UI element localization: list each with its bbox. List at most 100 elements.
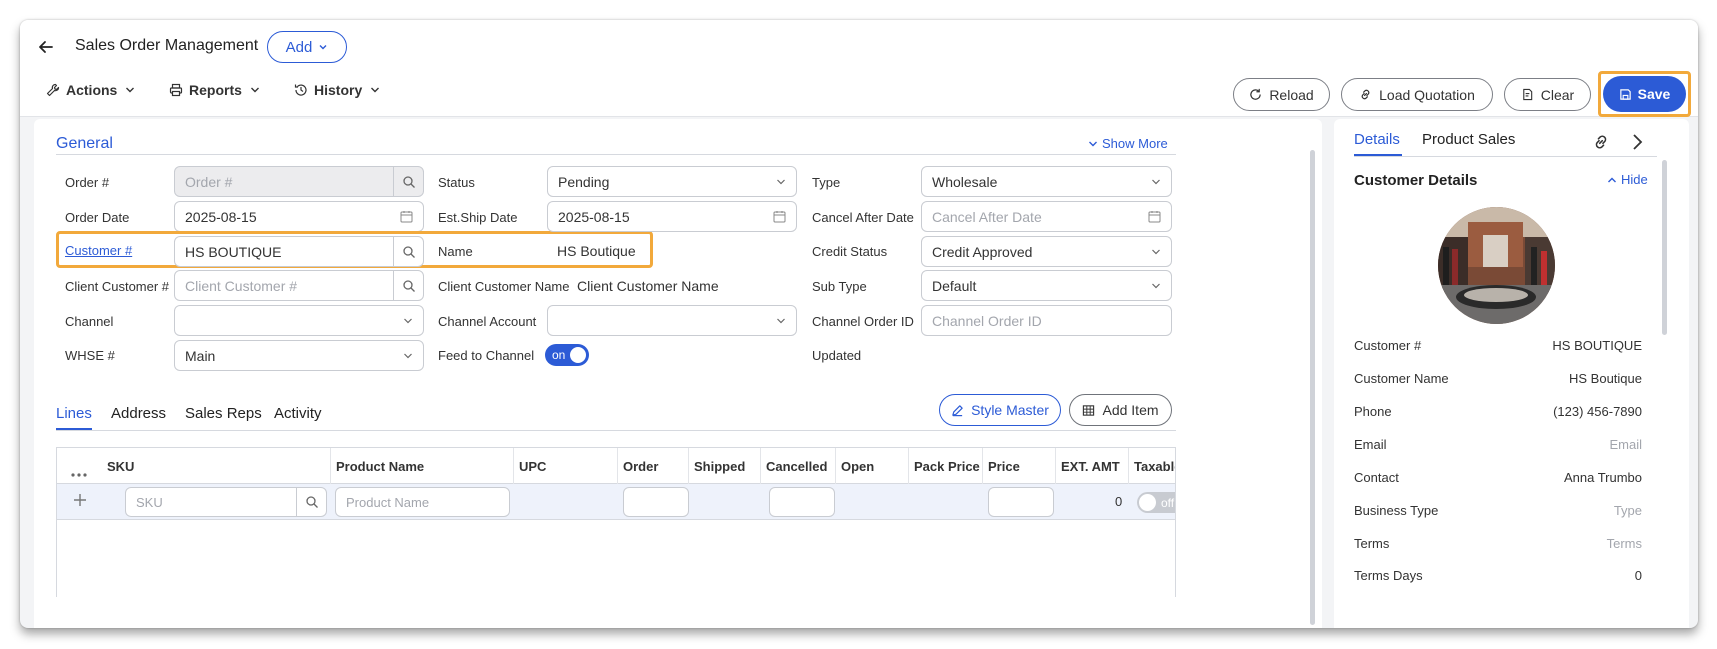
order-number-field[interactable]: Order #: [174, 166, 424, 197]
taxable-toggle[interactable]: off: [1137, 492, 1175, 513]
sku-input[interactable]: SKU: [125, 487, 327, 517]
history-menu[interactable]: History: [294, 82, 382, 98]
style-master-button[interactable]: Style Master: [939, 394, 1061, 426]
tab-lines[interactable]: Lines: [56, 405, 92, 422]
order-search-button[interactable]: [393, 167, 423, 196]
credit-status-value: Credit Approved: [932, 243, 1033, 260]
whse-select[interactable]: Main: [174, 340, 424, 371]
detail-business-type-label: Business Type: [1354, 503, 1439, 518]
detail-phone-label: Phone: [1354, 404, 1392, 419]
actions-menu[interactable]: Actions: [46, 82, 137, 98]
load-quotation-button[interactable]: Load Quotation: [1341, 78, 1493, 111]
chevron-down-icon: [1152, 179, 1160, 185]
add-button[interactable]: Add: [267, 31, 347, 63]
show-more-label: Show More: [1102, 136, 1168, 151]
credit-status-select[interactable]: Credit Approved: [921, 236, 1172, 267]
channel-order-id-placeholder: Channel Order ID: [932, 312, 1042, 329]
more-options-icon[interactable]: [71, 464, 89, 482]
sku-search-button[interactable]: [296, 488, 326, 516]
lines-grid: SKU Product Name UPC Order Shipped Cance…: [56, 447, 1176, 597]
column-header-shipped[interactable]: Shipped: [688, 448, 758, 484]
column-header-open[interactable]: Open: [835, 448, 907, 484]
channel-account-label: Channel Account: [438, 314, 537, 329]
main-scrollbar[interactable]: [1310, 150, 1315, 625]
order-date-value: 2025-08-15: [185, 208, 257, 225]
whse-value: Main: [185, 347, 216, 364]
link-icon[interactable]: [1592, 133, 1610, 156]
customer-number-link[interactable]: Customer #: [65, 243, 132, 258]
type-select[interactable]: Wholesale: [921, 166, 1172, 197]
est-ship-date-value: 2025-08-15: [558, 208, 630, 225]
customer-number-field[interactable]: HS BOUTIQUE: [174, 236, 424, 267]
tab-activity[interactable]: Activity: [274, 405, 322, 422]
feed-to-channel-toggle[interactable]: on: [545, 344, 589, 366]
reload-label: Reload: [1269, 86, 1314, 103]
column-header-sku[interactable]: SKU: [102, 448, 328, 484]
column-header-order[interactable]: Order: [617, 448, 688, 484]
sub-type-select[interactable]: Default: [921, 270, 1172, 301]
column-header-ext-amt[interactable]: EXT. AMT: [1055, 448, 1128, 484]
tab-sales-reps[interactable]: Sales Reps: [185, 405, 262, 422]
client-customer-name-placeholder[interactable]: Client Customer Name: [577, 278, 719, 294]
status-label: Status: [438, 175, 475, 190]
order-date-field[interactable]: 2025-08-15: [174, 201, 424, 232]
hide-link[interactable]: Hide: [1607, 172, 1648, 187]
show-more-link[interactable]: Show More: [1088, 136, 1168, 151]
column-header-product-name[interactable]: Product Name: [330, 448, 510, 484]
status-select[interactable]: Pending: [547, 166, 797, 197]
reload-button[interactable]: Reload: [1233, 78, 1330, 111]
price-input[interactable]: [988, 487, 1054, 517]
page-title: Sales Order Management: [75, 37, 259, 54]
est-ship-date-field[interactable]: 2025-08-15: [547, 201, 797, 232]
cancelled-qty-input[interactable]: [769, 487, 835, 517]
tab-product-sales[interactable]: Product Sales: [1422, 131, 1515, 148]
cancel-after-date-field[interactable]: Cancel After Date: [921, 201, 1172, 232]
detail-terms-days-value: 0: [1634, 568, 1642, 583]
calendar-icon[interactable]: [1148, 210, 1161, 223]
save-disk-icon: [1619, 88, 1631, 100]
client-customer-search-button[interactable]: [393, 271, 423, 300]
est-ship-date-label: Est.Ship Date: [438, 210, 518, 225]
add-label: Add: [285, 38, 313, 56]
history-icon: [294, 84, 307, 96]
side-scrollbar[interactable]: [1662, 160, 1667, 335]
customer-search-button[interactable]: [393, 237, 423, 266]
detail-terms-label: Terms: [1354, 536, 1390, 551]
chevron-down-icon: [1089, 141, 1097, 146]
tab-details[interactable]: Details: [1354, 131, 1400, 148]
clear-button[interactable]: Clear: [1504, 78, 1591, 111]
status-value: Pending: [558, 173, 610, 190]
column-header-cancelled[interactable]: Cancelled: [760, 448, 836, 484]
calendar-icon[interactable]: [773, 210, 786, 223]
column-header-taxable[interactable]: Taxable: [1128, 448, 1175, 484]
column-header-pack-price[interactable]: Pack Price: [908, 448, 982, 484]
product-name-input[interactable]: Product Name: [335, 487, 510, 517]
channel-order-id-field[interactable]: Channel Order ID: [921, 305, 1172, 336]
back-arrow-icon[interactable]: [36, 37, 56, 57]
general-section-title: General: [56, 135, 113, 152]
order-number-placeholder: Order #: [185, 173, 233, 190]
tab-address[interactable]: Address: [111, 405, 166, 422]
load-quotation-label: Load Quotation: [1379, 86, 1475, 103]
side-tabs-divider: [1354, 156, 1657, 157]
reports-menu[interactable]: Reports: [169, 82, 262, 98]
save-button[interactable]: Save: [1603, 76, 1686, 112]
detail-phone-value: (123) 456-7890: [1553, 404, 1642, 419]
client-customer-field[interactable]: Client Customer #: [174, 270, 424, 301]
add-row-plus-icon[interactable]: [72, 492, 88, 513]
refresh-icon: [1250, 88, 1262, 100]
chevron-right-icon[interactable]: [1630, 133, 1644, 156]
add-item-button[interactable]: Add Item: [1069, 394, 1172, 426]
clear-doc-icon: [1522, 88, 1533, 101]
tabs-divider: [56, 430, 1176, 431]
calendar-icon[interactable]: [400, 210, 413, 223]
chevron-down-icon: [1152, 283, 1160, 289]
channel-account-select[interactable]: [547, 305, 797, 336]
column-header-price[interactable]: Price: [982, 448, 1054, 484]
app-window: Sales Order Management Add Actions Repor…: [20, 20, 1698, 628]
channel-select[interactable]: [174, 305, 424, 336]
cancel-after-date-label: Cancel After Date: [812, 210, 914, 225]
column-header-upc[interactable]: UPC: [513, 448, 617, 484]
order-qty-input[interactable]: [623, 487, 689, 517]
clear-label: Clear: [1540, 86, 1575, 103]
